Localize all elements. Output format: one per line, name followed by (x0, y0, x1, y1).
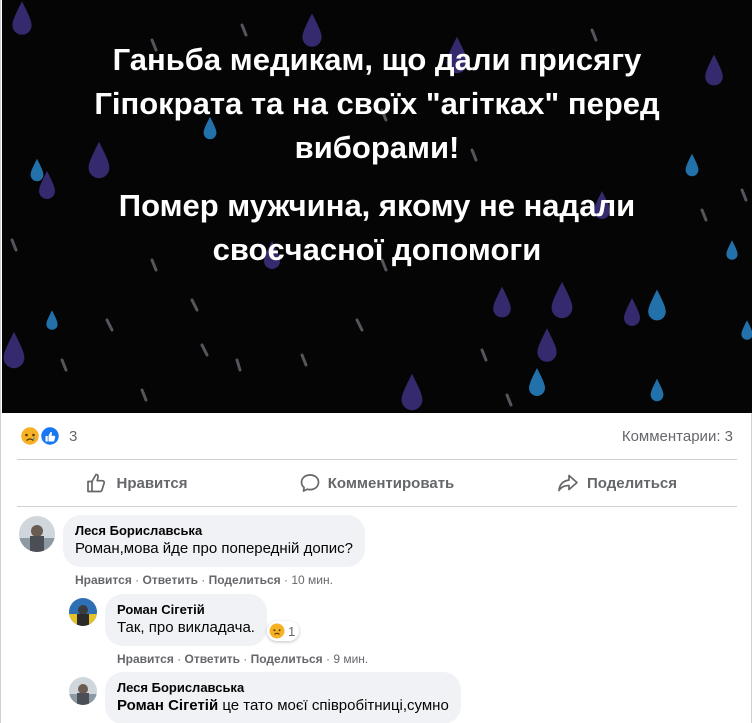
reactions-stats-row: 3 Комментарии: 3 (1, 425, 752, 449)
comment-actions: Нравится · Ответить · Поделиться · 9 мин… (117, 652, 369, 666)
comment-reaction-badge[interactable]: 1 (267, 621, 300, 641)
comment-share-link[interactable]: Поделиться (251, 652, 323, 666)
sad-reaction-icon (269, 623, 285, 639)
comment-share-link[interactable]: Поделиться (209, 573, 281, 587)
comment-text: Так, про викладача. (117, 619, 255, 636)
divider (17, 459, 737, 460)
avatar[interactable] (19, 516, 55, 552)
divider (17, 506, 737, 507)
comment-reaction-count: 1 (288, 623, 296, 639)
comment-timestamp[interactable]: 10 мин. (291, 573, 333, 587)
mention-link[interactable]: Роман Сігетій (117, 697, 218, 714)
action-bar: Нравится Комментировать Поделиться (17, 462, 737, 504)
banner-line-2: Помер мужчина, якому не надали своєчасно… (118, 188, 636, 267)
comment-timestamp[interactable]: 9 мин. (333, 652, 368, 666)
comment-author[interactable]: Роман Сігетій (117, 602, 255, 618)
comment-author[interactable]: Леся Бориславська (117, 680, 449, 696)
comment-bubble: Роман Сігетій Так, про викладача. (105, 594, 267, 646)
banner-line-1: Ганьба медикам, що дали присягу Гіпократ… (94, 42, 660, 165)
avatar[interactable] (69, 677, 97, 705)
comment-button-label: Комментировать (327, 474, 455, 492)
comment-like-link[interactable]: Нравится (75, 573, 132, 587)
like-reaction-icon (39, 425, 61, 447)
sad-reaction-icon (19, 425, 41, 447)
share-icon (558, 474, 578, 492)
comment-reply-link[interactable]: Ответить (143, 573, 198, 587)
banner-text: Ганьба медикам, що дали присягу Гіпократ… (2, 38, 752, 272)
comment-text: Роман Сігетій це тато моєї співробітниці… (117, 696, 449, 716)
comment-text: Роман,мова йде про попередній допис? (75, 540, 354, 557)
comment-icon (300, 474, 320, 492)
reaction-count[interactable]: 3 (69, 428, 77, 445)
thumbs-up-icon (87, 473, 106, 493)
share-button-label: Поделиться (586, 474, 678, 492)
reaction-icons[interactable] (19, 425, 63, 447)
comment-like-link[interactable]: Нравится (117, 652, 174, 666)
avatar[interactable] (69, 598, 97, 626)
comment-author[interactable]: Леся Бориславська (75, 523, 353, 539)
comment-bubble: Леся Бориславська Роман Сігетій це тато … (105, 672, 461, 723)
like-button-label: Нравится (116, 474, 188, 492)
comment-text-body: це тато моєї співробітниці,сумно (218, 697, 449, 714)
post-banner[interactable]: Ганьба медикам, що дали присягу Гіпократ… (2, 0, 752, 413)
comment-reply-link[interactable]: Ответить (185, 652, 240, 666)
post-card: Ганьба медикам, що дали присягу Гіпократ… (0, 0, 752, 723)
share-button[interactable]: Поделиться (497, 462, 737, 504)
comment-bubble: Леся Бориславська Роман,мова йде про поп… (63, 515, 366, 567)
comment-button[interactable]: Комментировать (257, 462, 497, 504)
comments-count-link[interactable]: Комментарии: 3 (622, 428, 733, 445)
comment-actions: Нравится · Ответить · Поделиться · 10 ми… (75, 573, 333, 587)
like-button[interactable]: Нравится (17, 462, 257, 504)
